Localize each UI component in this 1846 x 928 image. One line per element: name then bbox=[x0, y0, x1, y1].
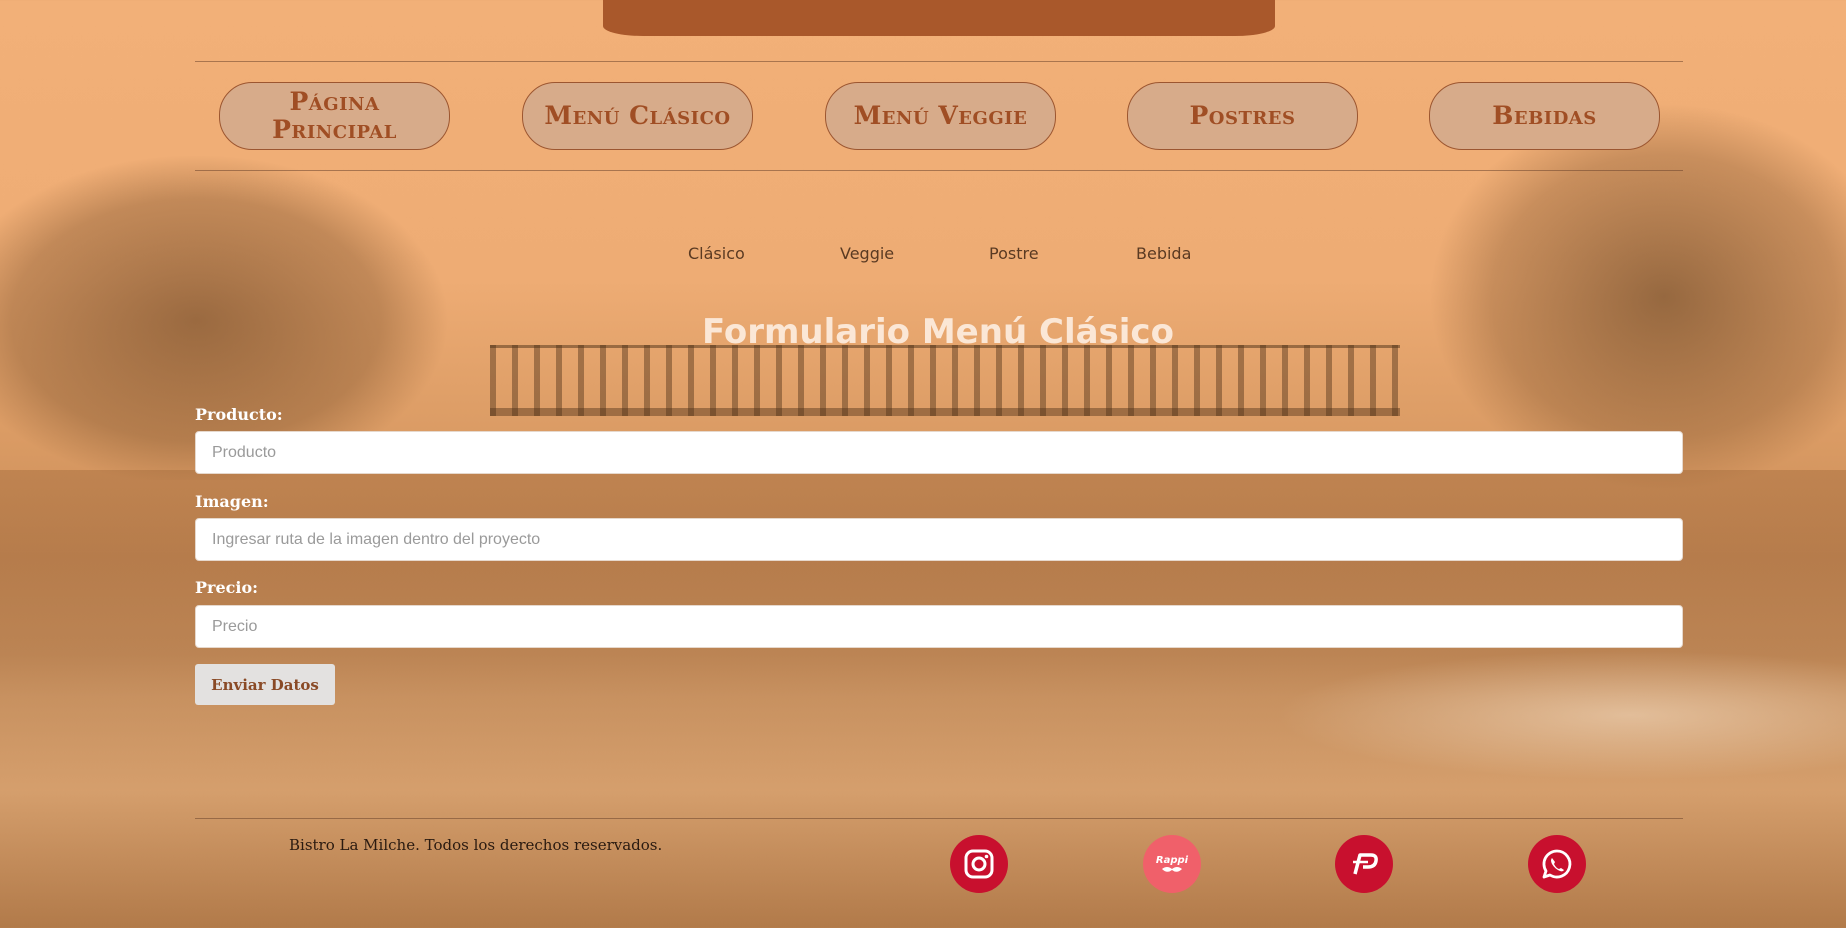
subnav-link-postre[interactable]: Postre bbox=[989, 244, 1039, 263]
precio-input[interactable] bbox=[195, 605, 1683, 648]
rappi-logo-text: Rappi bbox=[1156, 855, 1189, 866]
whatsapp-glyph bbox=[1542, 849, 1572, 879]
nav-bebidas-button[interactable]: Bebidas bbox=[1429, 82, 1660, 150]
pedidosya-icon[interactable] bbox=[1335, 835, 1393, 893]
footer-copyright: Bistro La Milche. Todos los derechos res… bbox=[289, 836, 663, 854]
background-bridge bbox=[490, 345, 1400, 416]
producto-label: Producto: bbox=[195, 405, 283, 424]
subnav-link-bebida[interactable]: Bebida bbox=[1136, 244, 1191, 263]
nav-menu-clasico-label: Menú Clásico bbox=[544, 101, 731, 130]
rappi-glyph: Rappi bbox=[1156, 855, 1189, 872]
precio-label: Precio: bbox=[195, 578, 259, 597]
subnav-link-veggie[interactable]: Veggie bbox=[840, 244, 894, 263]
whatsapp-icon[interactable] bbox=[1528, 835, 1586, 893]
nav-bebidas-label: Bebidas bbox=[1492, 101, 1597, 130]
header-divider-top bbox=[195, 61, 1683, 62]
pedidosya-glyph bbox=[1353, 853, 1378, 875]
form-title: Formulario Menú Clásico bbox=[702, 312, 1174, 352]
nav-postres-label: Postres bbox=[1189, 101, 1296, 130]
rappi-icon[interactable]: Rappi bbox=[1143, 835, 1201, 893]
nav-pagina-principal-button[interactable]: Página Principal bbox=[219, 82, 450, 150]
nav-menu-veggie-label: Menú Veggie bbox=[853, 101, 1028, 130]
header-banner bbox=[603, 0, 1275, 36]
subnav-link-clasico[interactable]: Clásico bbox=[688, 244, 745, 263]
enviar-datos-button[interactable]: Enviar Datos bbox=[195, 664, 335, 705]
nav-postres-button[interactable]: Postres bbox=[1127, 82, 1358, 150]
imagen-label: Imagen: bbox=[195, 492, 269, 511]
footer-divider bbox=[195, 818, 1683, 819]
main-nav: Página Principal Menú Clásico Menú Veggi… bbox=[219, 82, 1660, 150]
header-divider-bottom bbox=[195, 170, 1683, 171]
nav-menu-clasico-button[interactable]: Menú Clásico bbox=[522, 82, 753, 150]
imagen-input[interactable] bbox=[195, 518, 1683, 561]
nav-menu-veggie-button[interactable]: Menú Veggie bbox=[825, 82, 1056, 150]
nav-pagina-principal-label: Página Principal bbox=[272, 87, 397, 144]
producto-input[interactable] bbox=[195, 431, 1683, 474]
form-selector-nav: Clásico Veggie Postre Bebida bbox=[0, 244, 1846, 268]
instagram-icon[interactable] bbox=[950, 835, 1008, 893]
instagram-glyph bbox=[964, 849, 994, 879]
